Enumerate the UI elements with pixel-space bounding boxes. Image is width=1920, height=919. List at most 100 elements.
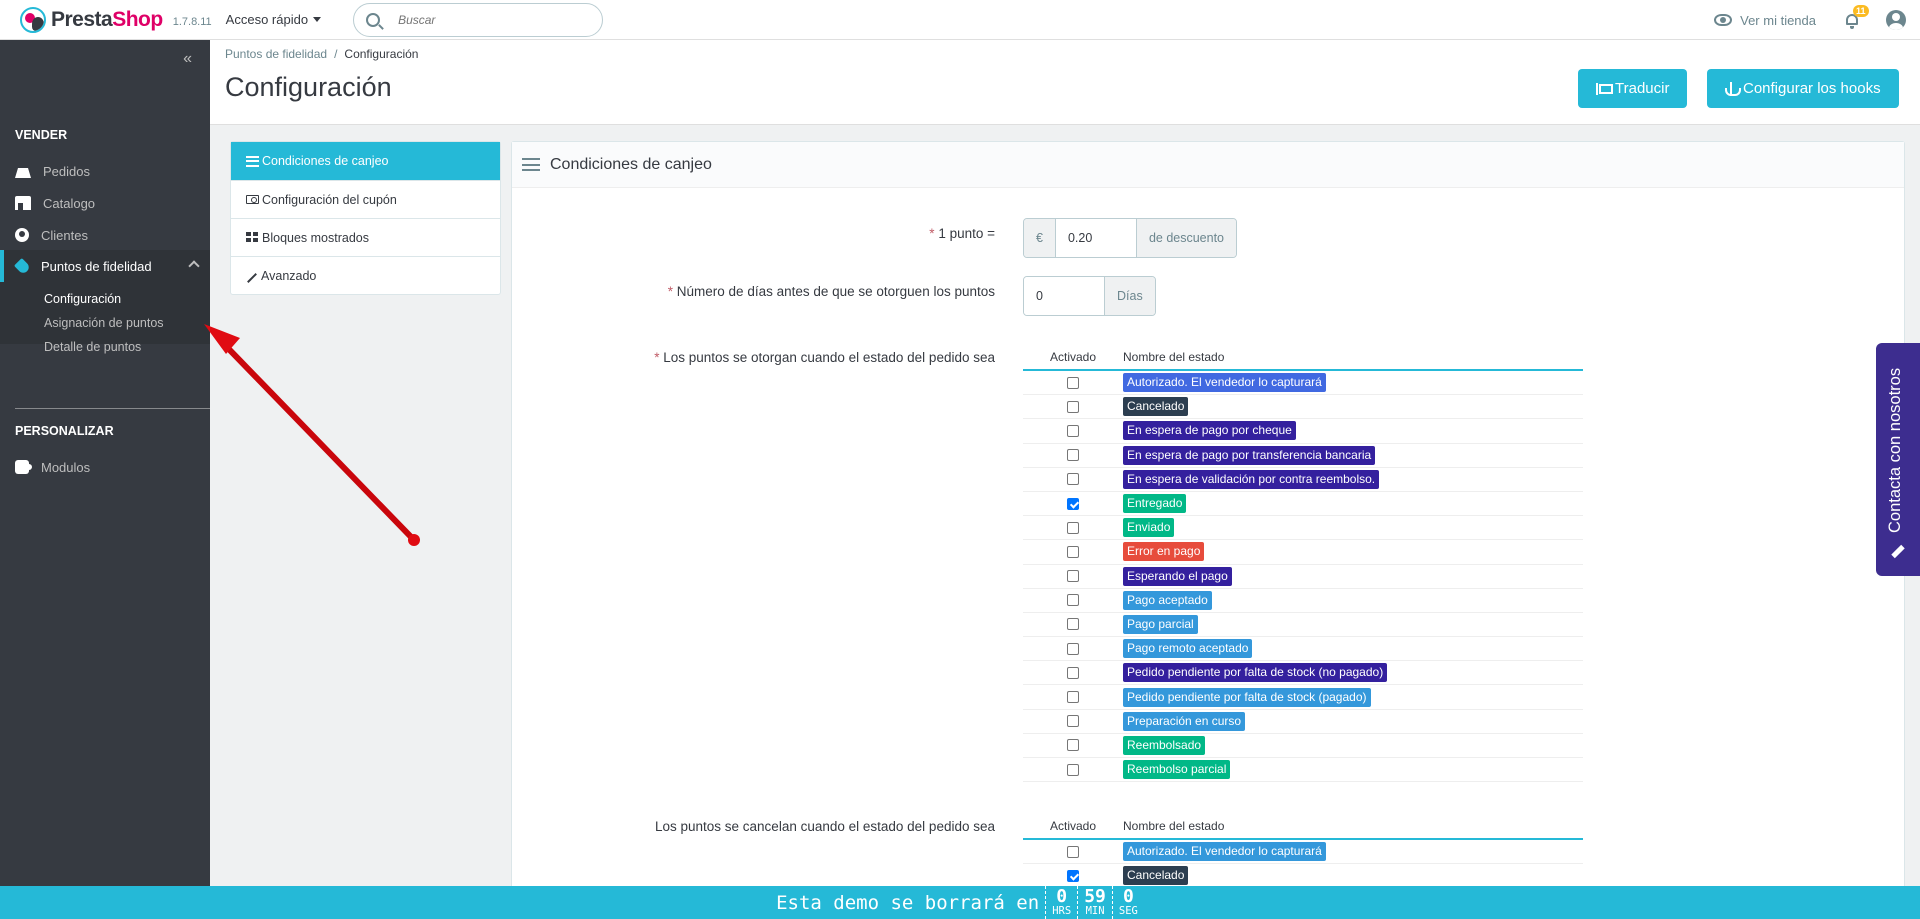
status-checkbox[interactable]: [1067, 691, 1079, 704]
sidebar-item-loyalty-points[interactable]: Puntos de fidelidad: [0, 250, 210, 282]
checkbox-cell: [1023, 763, 1123, 776]
days-input[interactable]: 0: [1024, 277, 1104, 315]
currency-addon: €: [1024, 219, 1056, 257]
table-row: Pago parcial: [1023, 613, 1583, 638]
sidebar-item-modules[interactable]: Modulos: [0, 451, 210, 483]
quick-access-dropdown[interactable]: Acceso rápido: [226, 12, 322, 27]
translate-button[interactable]: Traducir: [1578, 69, 1688, 108]
notifications-badge: 11: [1853, 4, 1869, 17]
status-badge: Pago parcial: [1123, 614, 1198, 634]
point-value-input[interactable]: 0.20: [1055, 219, 1136, 257]
cancelled-status-table: Activado Nombre del estado Autorizado. E…: [1023, 814, 1583, 889]
status-badge: En espera de pago por cheque: [1123, 421, 1296, 441]
tab-voucher-config[interactable]: Configuración del cupón: [231, 180, 500, 218]
tab-displayed-blocks[interactable]: Bloques mostrados: [231, 218, 500, 256]
status-checkbox[interactable]: [1067, 845, 1079, 858]
status-badge: Autorizado. El vendedor lo capturará: [1123, 373, 1326, 393]
sidebar-item-catalog[interactable]: Catalogo: [0, 187, 210, 219]
checkbox-cell: [1023, 497, 1123, 510]
configure-hooks-button[interactable]: Configurar los hooks: [1707, 69, 1899, 108]
submenu-item-points-detail[interactable]: Detalle de puntos: [44, 340, 141, 354]
employee-avatar-icon[interactable]: [1886, 10, 1906, 30]
submenu-item-configuration[interactable]: Configuración: [44, 292, 121, 306]
status-badge: Reembolsado: [1123, 735, 1206, 755]
tab-advanced[interactable]: Avanzado: [231, 256, 500, 294]
sidebar-item-label: Clientes: [41, 227, 88, 243]
panel-title: Condiciones de canjeo: [550, 155, 712, 173]
point-value-group: € 0.20 de descuento: [1023, 218, 1238, 258]
status-checkbox[interactable]: [1067, 715, 1079, 728]
table-row: Pedido pendiente por falta de stock (no …: [1023, 661, 1583, 686]
status-checkbox[interactable]: [1067, 570, 1079, 583]
table-row: Pago aceptado: [1023, 589, 1583, 613]
table-row: Preparación en curso: [1023, 710, 1583, 734]
demo-countdown-banner: Esta demo se borrará en 0 HRS 59 MIN 0 SEG: [0, 886, 1920, 919]
collapse-menu-icon[interactable]: «: [183, 50, 192, 68]
table-row: Error en pago: [1023, 540, 1583, 565]
table-row: Cancelado: [1023, 395, 1583, 420]
bell-clapper: [1850, 25, 1854, 29]
status-checkbox[interactable]: [1067, 763, 1079, 776]
status-badge: Entregado: [1123, 494, 1187, 514]
days-suffix: Días: [1104, 277, 1155, 315]
status-checkbox[interactable]: [1067, 739, 1079, 752]
checkbox-cell: [1023, 473, 1123, 486]
minutes-value: 59: [1084, 886, 1106, 907]
arrow-tail-dot: [408, 534, 420, 546]
status-checkbox[interactable]: [1067, 594, 1079, 607]
checkbox-cell: [1023, 739, 1123, 752]
table-row: Pago remoto aceptado: [1023, 637, 1583, 662]
view-store-link[interactable]: Ver mi tienda: [1714, 13, 1816, 28]
awarded-label-text: Los puntos se otorgan cuando el estado d…: [663, 350, 995, 365]
status-checkbox[interactable]: [1067, 424, 1079, 437]
status-checkbox[interactable]: [1067, 642, 1079, 655]
tab-redeem-conditions[interactable]: Condiciones de canjeo: [231, 142, 500, 180]
redeem-conditions-panel: Condiciones de canjeo * 1 punto = € 0.20…: [511, 141, 1905, 919]
status-badge: Pedido pendiente por falta de stock (pag…: [1123, 687, 1371, 707]
table-row: En espera de validación por contra reemb…: [1023, 468, 1583, 492]
list-icon: [246, 155, 259, 167]
status-checkbox[interactable]: [1067, 376, 1079, 389]
money-icon: [246, 195, 259, 204]
search-box[interactable]: [353, 2, 604, 37]
version-label: 1.7.8.11: [172, 15, 212, 28]
required-mark: *: [667, 284, 674, 299]
sidebar-item-label: Pedidos: [43, 163, 90, 179]
status-checkbox[interactable]: [1067, 521, 1079, 534]
checkbox-cell: [1023, 449, 1123, 462]
sidebar-item-orders[interactable]: Pedidos: [0, 155, 210, 187]
status-badge: Pedido pendiente por falta de stock (no …: [1123, 663, 1388, 683]
status-checkbox[interactable]: [1067, 618, 1079, 631]
status-checkbox[interactable]: [1067, 545, 1079, 558]
checkbox-cell: [1023, 845, 1123, 858]
tab-label: Bloques mostrados: [262, 230, 370, 245]
table-row: Autorizado. El vendedor lo capturará: [1023, 371, 1583, 396]
submenu-item-assign-points[interactable]: Asignación de puntos: [44, 316, 164, 330]
table-row: Enviado: [1023, 516, 1583, 541]
contact-us-tab[interactable]: Contacta con nosotros: [1876, 343, 1920, 576]
col-enabled-header: Activado: [1049, 819, 1097, 833]
status-checkbox[interactable]: [1067, 497, 1079, 510]
search-input[interactable]: [398, 12, 579, 27]
table-row: Reembolsado: [1023, 734, 1583, 758]
status-checkbox[interactable]: [1067, 449, 1079, 462]
prestashop-logo[interactable]: PrestaShop: [20, 6, 163, 33]
status-checkbox[interactable]: [1067, 666, 1079, 679]
checkbox-cell: [1023, 424, 1123, 437]
eye-icon: [1714, 14, 1733, 26]
point-value-label: * 1 punto =: [635, 224, 995, 243]
breadcrumb-parent[interactable]: Puntos de fidelidad: [225, 47, 327, 61]
section-title-sell: VENDER: [15, 128, 68, 142]
status-badge: Enviado: [1123, 518, 1175, 538]
status-checkbox[interactable]: [1067, 400, 1079, 413]
flag-icon: [1596, 82, 1613, 95]
sidebar-item-label: Puntos de fidelidad: [41, 258, 152, 274]
notifications-button[interactable]: 11: [1844, 4, 1869, 29]
puzzle-icon: [15, 460, 32, 474]
status-checkbox[interactable]: [1067, 473, 1079, 486]
sidebar-item-customers[interactable]: Clientes: [0, 219, 210, 251]
minutes-unit: MIN: [1085, 905, 1105, 917]
sidebar-item-label: Modulos: [41, 459, 91, 475]
status-checkbox[interactable]: [1067, 869, 1079, 882]
checkbox-cell: [1023, 869, 1123, 882]
